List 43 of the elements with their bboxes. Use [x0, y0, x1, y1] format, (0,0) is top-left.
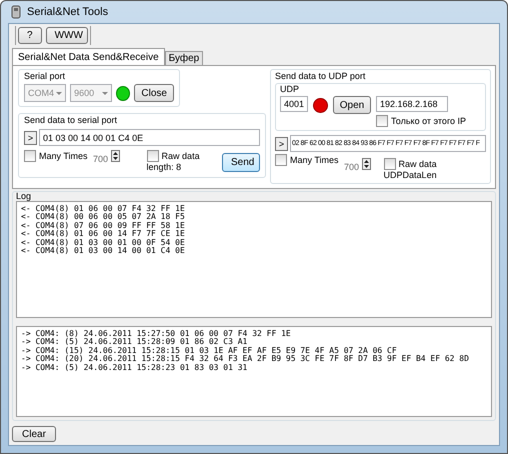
group-title: Send data to UDP port	[275, 71, 366, 81]
log-line: <- COM4(8) 01 06 00 14 F7 7F CE 1E	[21, 230, 185, 238]
log-line: -> COM4: (8) 24.06.2011 15:27:50 01 06 00 07 F4 32 FF 1E	[21, 330, 291, 338]
port-field[interactable]: 4001	[280, 96, 308, 112]
group-title: Send data to serial port	[24, 115, 118, 125]
log-line: -> COM4: (5) 24.06.2011 15:28:23 01 83 03 01 31	[21, 364, 248, 372]
checkbox-label: Many Times	[39, 151, 88, 161]
checkbox-label: Raw data	[398, 158, 437, 170]
checkbox-label: Raw data	[162, 150, 200, 162]
tab[interactable]: Буфер	[164, 51, 204, 65]
length-label: UDPDataLen	[384, 170, 437, 181]
send-prefix-button[interactable]: >	[275, 136, 288, 150]
send-button[interactable]: Send	[222, 153, 260, 172]
group-title: Serial port	[24, 71, 66, 81]
window-title: Serial&Net Tools	[27, 6, 108, 18]
log-line: -> COM4: (5) 24.06.2011 15:28:09 01 86 02 C3 A1	[21, 338, 248, 346]
ip-field[interactable]: 192.168.2.168	[376, 96, 448, 112]
checkbox[interactable]	[384, 158, 396, 170]
length-label: length: 8	[146, 162, 182, 173]
toolbar-button[interactable]: WWW	[46, 27, 88, 44]
log-line: <- COM4(8) 00 06 00 05 07 2A 18 F5	[21, 213, 185, 222]
group-title: Log	[16, 191, 32, 201]
log-line: <- COM4(8) 01 03 00 01 00 0F 54 0E	[21, 238, 185, 247]
checkbox-label: Только от этого IP	[391, 116, 466, 126]
log-line: <- COM4(8) 07 06 00 09 FF FF 58 1E	[21, 222, 185, 230]
log-line: <- COM4(8) 01 03 00 14 00 01 C4 0E	[21, 247, 185, 256]
checkbox[interactable]	[24, 150, 36, 162]
toolbar-button[interactable]: ?	[18, 27, 42, 44]
send-prefix-button[interactable]: >	[24, 130, 37, 144]
log-line: -> COM4: (15) 24.06.2011 15:28:15 01 03 1E AF EF AF E5 E9 7E 4F A5 07 2A 06 CF	[21, 346, 397, 355]
app-icon	[10, 5, 22, 19]
clear-button[interactable]: Clear	[12, 426, 56, 442]
group-title: UDP	[280, 84, 300, 94]
close-button[interactable]: Close	[134, 84, 174, 102]
checkbox[interactable]	[146, 150, 159, 162]
log-line: -> COM4: (20) 24.06.2011 15:28:15 F4 32 64 F3 EA 2F B9 95 3C FE 7F 8F D7 B3 9F EF B4 EF 62 8D	[21, 355, 469, 364]
open-button[interactable]: Open	[333, 96, 371, 114]
tab[interactable]: Serial&Net Data Send&Receive	[12, 48, 165, 65]
data-field[interactable]: 01 03 00 14 00 01 C4 0E	[39, 129, 260, 146]
checkbox[interactable]	[275, 154, 287, 166]
checkbox-label: Many Times	[290, 155, 339, 165]
checkbox[interactable]	[376, 115, 388, 127]
log-line: <- COM4(8) 01 06 00 07 F4 32 FF 1E	[21, 205, 185, 213]
